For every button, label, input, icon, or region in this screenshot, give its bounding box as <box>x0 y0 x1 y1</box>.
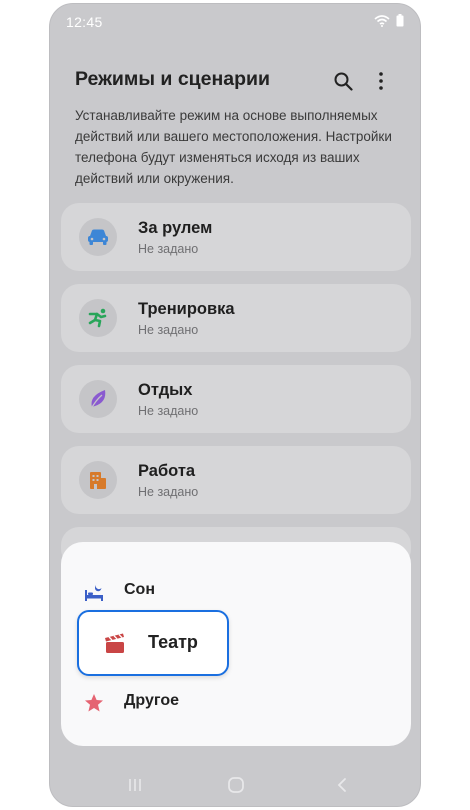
recent-apps-button[interactable] <box>123 774 147 796</box>
leaf-icon <box>90 390 106 410</box>
mode-card-work[interactable]: Работа Не задано <box>61 446 411 514</box>
mode-icon-bg <box>79 461 117 499</box>
car-icon <box>88 229 108 245</box>
mode-label: За рулем <box>138 219 213 237</box>
battery-icon <box>396 14 404 27</box>
status-icons <box>374 14 404 27</box>
search-button[interactable] <box>330 68 356 94</box>
back-chevron-icon <box>337 778 346 792</box>
mode-card-workout[interactable]: Тренировка Не задано <box>61 284 411 352</box>
more-options-button[interactable] <box>368 68 394 94</box>
wifi-icon <box>374 14 390 27</box>
mode-card-driving[interactable]: За рулем Не задано <box>61 203 411 271</box>
mode-status: Не задано <box>138 485 199 499</box>
mode-label: Тренировка <box>138 300 235 318</box>
home-icon <box>228 777 244 793</box>
status-time: 12:45 <box>66 14 103 30</box>
mode-icon-bg <box>79 380 117 418</box>
option-sleep[interactable]: Сон <box>61 568 411 614</box>
clapperboard-icon <box>105 633 124 653</box>
page-title: Режимы и сценарии <box>75 68 271 90</box>
star-icon <box>85 694 103 712</box>
mode-icon-bg <box>79 218 117 256</box>
mode-label: Отдых <box>138 381 193 399</box>
mode-icon-bg <box>79 299 117 337</box>
option-other[interactable]: Другое <box>61 679 411 725</box>
back-button[interactable] <box>330 774 354 796</box>
mode-label: Работа <box>138 462 196 480</box>
home-button[interactable] <box>224 774 248 796</box>
option-theater[interactable]: Театр <box>77 610 229 676</box>
navigation-bar <box>50 762 420 806</box>
mode-card-relax[interactable]: Отдых Не задано <box>61 365 411 433</box>
header: Режимы и сценарии <box>75 64 400 100</box>
more-vertical-icon <box>379 72 383 90</box>
office-building-icon <box>90 472 106 489</box>
mode-status: Не задано <box>138 242 199 256</box>
option-label: Театр <box>148 632 198 652</box>
running-person-icon <box>88 308 107 328</box>
description-text: Устанавливайте режим на основе выполняем… <box>75 108 392 186</box>
phone-screen: 12:45 Режимы и сценарии Устанавливайте р… <box>49 3 421 807</box>
recent-apps-icon <box>129 779 141 791</box>
bed-moon-icon <box>85 583 103 601</box>
option-label: Другое <box>124 692 179 709</box>
mode-status: Не задано <box>138 404 199 418</box>
search-icon <box>334 72 353 91</box>
status-bar: 12:45 <box>50 4 420 38</box>
option-label: Сон <box>124 581 155 598</box>
mode-status: Не задано <box>138 323 199 337</box>
